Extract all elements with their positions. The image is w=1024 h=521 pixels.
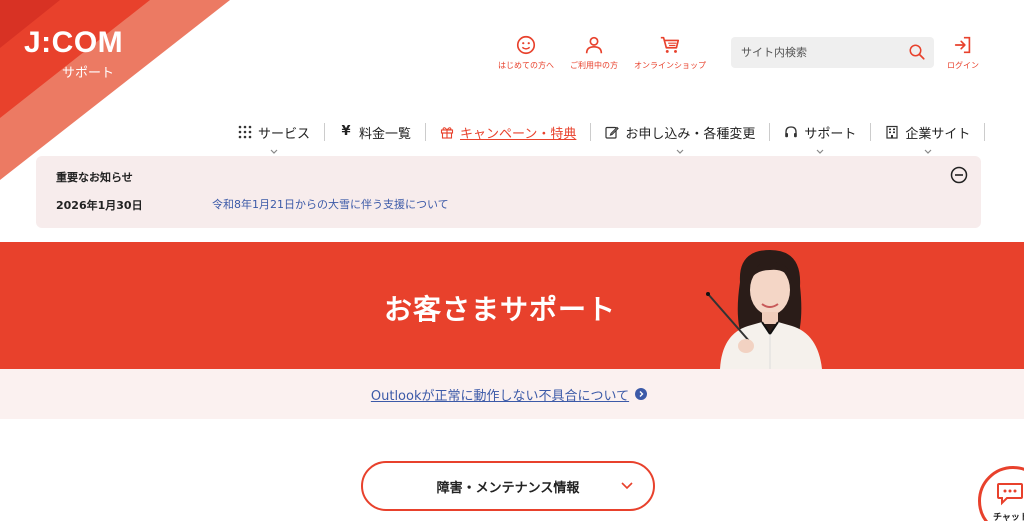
- nav-label-support: サポート: [804, 126, 857, 142]
- maintenance-info-button[interactable]: 障害・メンテナンス情報: [361, 461, 655, 511]
- nav-item-pricing[interactable]: ¥ 料金一覧: [325, 123, 427, 142]
- nav-item-application[interactable]: お申し込み・各種変更: [591, 123, 771, 154]
- collapse-icon[interactable]: [950, 166, 968, 184]
- hero-title: お客さまサポート: [0, 288, 1016, 328]
- hero-banner: お客さまサポート: [0, 242, 1024, 369]
- current-user-link[interactable]: ご利用中の方: [570, 34, 618, 71]
- chevron-down-icon: [816, 149, 824, 154]
- login-link[interactable]: ログイン: [947, 34, 979, 71]
- chat-label: チャット: [993, 513, 1024, 521]
- cart-icon: [660, 36, 680, 53]
- chat-button[interactable]: チャット: [978, 466, 1024, 521]
- arrow-right-icon: [635, 388, 648, 400]
- chevron-down-icon: [924, 149, 932, 154]
- site-search[interactable]: [731, 37, 934, 68]
- nav-item-campaign[interactable]: キャンペーン・特典: [426, 123, 592, 142]
- building-icon: [886, 125, 899, 139]
- chat-icon: [997, 483, 1023, 506]
- chevron-down-icon: [270, 149, 278, 154]
- support-staff-photo: [706, 250, 822, 369]
- nav-item-services[interactable]: サービス: [224, 123, 326, 154]
- hero-title-text: お客さまサポート: [383, 293, 616, 326]
- nav-label-pricing: 料金一覧: [359, 126, 412, 142]
- jcom-logo: J:COM: [24, 26, 124, 59]
- current-user-label: ご利用中の方: [570, 61, 618, 70]
- logo-subtitle: サポート: [62, 66, 115, 81]
- online-shop-link[interactable]: オンラインショップ: [634, 34, 706, 71]
- nav-item-support[interactable]: サポート: [770, 123, 872, 154]
- search-icon[interactable]: [908, 43, 926, 61]
- logo-corner[interactable]: J:COM サポート: [0, 0, 230, 180]
- first-time-link[interactable]: はじめての方へ: [498, 34, 554, 71]
- outlook-issue-text: Outlookが正常に動作しない不具合について: [370, 388, 630, 404]
- chevron-down-icon: [676, 149, 684, 154]
- smile-icon: [516, 35, 536, 55]
- notice-date: 2026年1月30日: [56, 199, 143, 212]
- chevron-down-icon: [621, 482, 633, 490]
- gift-icon: [440, 127, 454, 139]
- grid-icon: [238, 125, 252, 139]
- nav-label-campaign: キャンペーン・特典: [460, 126, 577, 142]
- online-shop-label: オンラインショップ: [634, 61, 706, 70]
- nav-item-corporate[interactable]: 企業サイト: [871, 123, 986, 154]
- person-icon: [585, 36, 603, 54]
- notice-link[interactable]: 令和8年1月21日からの大雪に伴う支援について: [212, 196, 449, 212]
- global-nav: サービス ¥ 料金一覧 キャンペーン・特典 お申し込み・各種変更 サポート 企業…: [224, 122, 986, 154]
- important-notice: 重要なお知らせ 2026年1月30日 令和8年1月21日からの大雪に伴う支援につ…: [36, 156, 981, 228]
- notice-title: 重要なお知らせ: [56, 171, 133, 184]
- maintenance-label: 障害・メンテナンス情報: [436, 480, 580, 496]
- first-time-label: はじめての方へ: [498, 61, 554, 70]
- info-bar: Outlookが正常に動作しない不具合について: [0, 369, 1024, 419]
- edit-icon: [605, 126, 620, 139]
- headset-icon: [785, 126, 798, 138]
- login-icon: [954, 36, 971, 54]
- login-label: ログイン: [947, 61, 979, 70]
- yen-icon: ¥: [341, 124, 351, 139]
- nav-label-services: サービス: [258, 126, 311, 142]
- search-input[interactable]: [731, 46, 891, 59]
- nav-label-corporate: 企業サイト: [905, 126, 971, 142]
- nav-label-application: お申し込み・各種変更: [625, 126, 756, 142]
- outlook-issue-link[interactable]: Outlookが正常に動作しない不具合について: [370, 385, 648, 404]
